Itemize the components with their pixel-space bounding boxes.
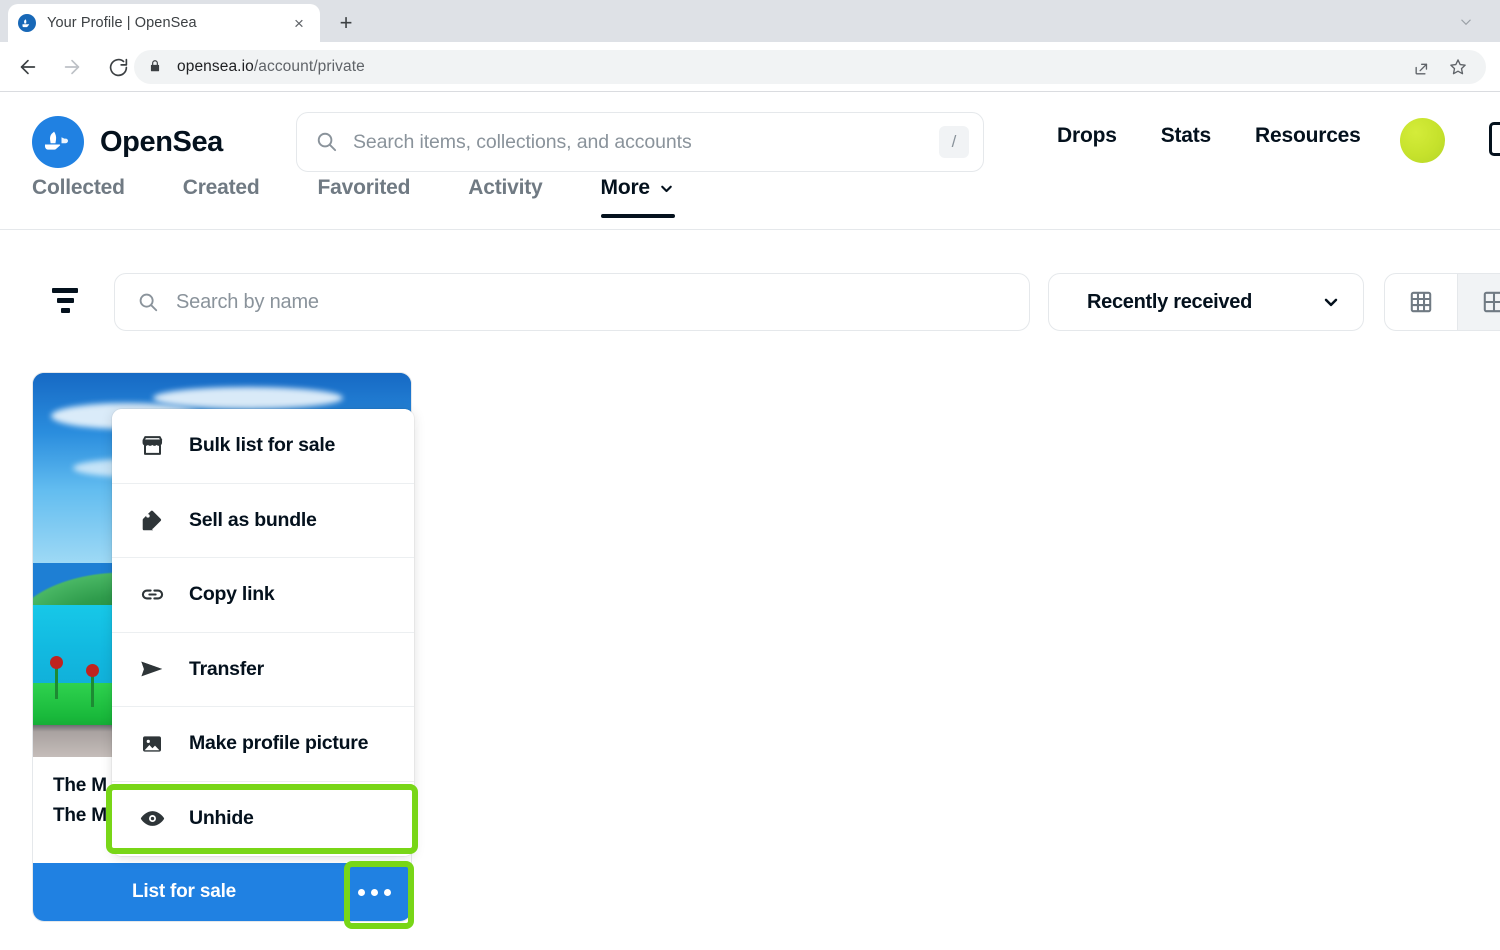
new-tab-button[interactable]: + [332,9,360,37]
menu-item-make-profile-picture-label: Make profile picture [189,732,369,755]
browser-tabstrip: Your Profile | OpenSea × + [0,0,1500,42]
menu-item-unhide-label: Unhide [189,807,254,830]
list-for-sale-button[interactable]: List for sale [33,881,335,903]
site-search-input[interactable]: Search items, collections, and accounts … [296,112,984,172]
menu-item-sell-as-bundle[interactable]: Sell as bundle [112,483,414,558]
share-icon[interactable] [1412,57,1432,77]
tag-icon [137,505,167,535]
browser-tab-title: Your Profile | OpenSea [47,15,197,31]
menu-item-copy-link-label: Copy link [189,583,275,606]
tab-created[interactable]: Created [183,172,260,218]
sort-dropdown[interactable]: Recently received [1048,273,1364,331]
address-bar[interactable]: opensea.io/account/private [134,50,1486,84]
nav-item-drops[interactable]: Drops [1035,124,1139,148]
browser-tab[interactable]: Your Profile | OpenSea × [8,4,320,42]
menu-item-bulk-list-for-sale[interactable]: Bulk list for sale [112,409,414,484]
nft-card-footer: List for sale [33,863,411,921]
search-shortcut-badge: / [939,126,969,158]
avatar[interactable] [1400,118,1445,163]
eye-icon [137,804,167,834]
card-context-menu: Bulk list for sale Sell as bundle Copy l… [112,409,414,856]
menu-item-make-profile-picture[interactable]: Make profile picture [112,707,414,782]
opensea-favicon [18,14,36,32]
opensea-logo-icon [32,116,84,168]
chevron-down-icon [1321,292,1341,312]
view-toggle-group [1384,273,1500,331]
menu-item-unhide[interactable]: Unhide [112,781,414,856]
opensea-brand-text: OpenSea [100,125,223,158]
grid-view-small-icon[interactable] [1385,274,1457,330]
address-bar-url: opensea.io/account/private [177,58,365,76]
search-input-placeholder: Search by name [176,290,319,313]
tab-more-label: More [600,176,651,199]
tab-favorited[interactable]: Favorited [318,172,411,218]
page-root: Your Profile | OpenSea × + opensea.io/ac… [0,0,1500,950]
back-arrow-icon[interactable] [10,49,46,85]
chevron-down-icon [658,180,675,197]
filter-icon[interactable] [48,285,82,315]
menu-item-bulk-list-for-sale-label: Bulk list for sale [189,434,336,457]
tab-favorited-label: Favorited [317,176,411,199]
link-icon [137,580,167,610]
chevron-down-icon[interactable] [1454,10,1478,34]
image-icon [137,729,167,759]
nav-item-stats[interactable]: Stats [1139,124,1233,148]
url-path: /account/private [253,58,365,75]
menu-item-transfer-label: Transfer [189,657,264,680]
tab-created-label: Created [182,176,260,199]
tab-more[interactable]: More [600,172,676,218]
search-icon [315,130,339,154]
sort-dropdown-value: Recently received [1087,290,1252,313]
lock-icon [148,59,164,75]
url-host: opensea.io [177,58,254,75]
menu-item-sell-as-bundle-label: Sell as bundle [189,508,317,531]
send-icon [137,654,167,684]
site-search-placeholder: Search items, collections, and accounts [353,130,692,153]
tab-activity[interactable]: Activity [468,172,542,218]
storefront-icon [137,431,167,461]
opensea-logo[interactable]: OpenSea [32,116,223,168]
tab-activity-label: Activity [468,176,543,199]
tab-collected-label: Collected [32,176,125,199]
forward-arrow-icon [54,49,90,85]
search-input[interactable]: Search by name [114,273,1030,331]
grid-view-large-icon[interactable] [1457,274,1500,330]
nav-item-resources[interactable]: Resources [1233,124,1383,148]
close-icon[interactable]: × [288,12,310,34]
wallet-icon[interactable] [1489,122,1500,156]
card-more-button[interactable] [335,863,411,921]
omnibox-actions [1412,57,1472,77]
menu-item-transfer[interactable]: Transfer [112,632,414,707]
profile-tabs: Collected Created Favorited Activity Mor… [0,172,1500,230]
menu-item-copy-link[interactable]: Copy link [112,558,414,633]
tab-collected[interactable]: Collected [32,172,125,218]
search-icon [137,291,160,314]
reload-icon[interactable] [100,49,136,85]
star-icon[interactable] [1448,57,1468,77]
header-nav: Drops Stats Resources [1035,124,1383,148]
